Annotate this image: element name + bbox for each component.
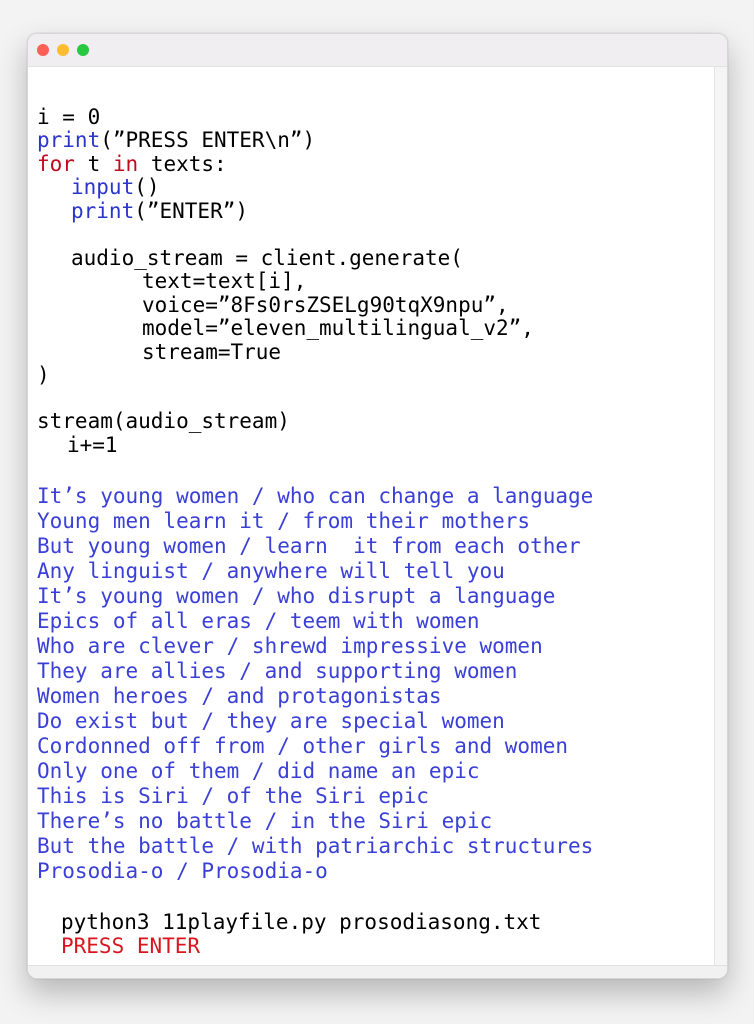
code-line: print(”ENTER”) [71,199,248,223]
lyric-line: Do exist but / they are special women [37,709,505,733]
maximize-window-button[interactable] [77,44,89,56]
lyric-line: Epics of all eras / teem with women [37,609,480,633]
lyric-line: Young men learn it / from their mothers [37,509,531,533]
close-window-button[interactable] [37,44,49,56]
lyric-line: They are allies / and supporting women [37,659,518,683]
horizontal-scrollbar[interactable] [28,965,727,978]
vertical-scrollbar[interactable] [714,67,727,966]
code-line: stream(audio_stream) [37,409,290,433]
code-keyword: for [37,152,75,176]
app-window: i = 0 print(”PRESS ENTER\n”) for t in te… [27,33,728,979]
code-line: for t in texts: [37,152,227,176]
lyric-line: Prosodia-o / Prosodia-o [37,859,328,883]
code-line: print(”PRESS ENTER\n”) [37,128,315,152]
code-line: model=”eleven_multilingual_v2”, [142,316,534,340]
code-text: (”PRESS ENTER\n”) [100,128,316,152]
terminal-prompt: PRESS ENTER [61,934,201,958]
minimize-window-button[interactable] [57,44,69,56]
lyric-line: But the battle / with patriarchic struct… [37,834,594,858]
code-function: print [71,199,135,223]
code-line: text=text[i], [142,269,307,293]
lyric-line: There’s no battle / in the Siri epic [37,809,493,833]
lyric-line: Who are clever / shrewd impressive women [37,634,543,658]
code-line: ) [37,363,50,387]
code-line: i = 0 [37,105,100,129]
editor-content[interactable]: i = 0 print(”PRESS ENTER\n”) for t in te… [28,67,715,966]
code-text: t [74,152,113,176]
code-line: input() [71,175,160,199]
code-line: voice=”8Fs0rsZSELg90tqX9npu”, [142,293,509,317]
lyric-line: Any linguist / anywhere will tell you [37,559,505,583]
code-function: input [71,175,135,199]
code-keyword: in [112,152,139,176]
lyric-line: Cordonned off from / other girls and wom… [37,734,569,758]
code-text: texts: [138,152,227,176]
code-line: i+=1 [67,433,118,457]
lyric-line: But young women / learn it from each oth… [37,534,581,558]
lyric-line: This is Siri / of the Siri epic [37,784,429,808]
code-line: audio_stream = client.generate( [71,246,463,270]
code-line: stream=True [142,340,282,364]
code-text: () [134,175,160,199]
lyric-line: It’s young women / who disrupt a languag… [37,584,556,608]
lyric-line: It’s young women / who can change a lang… [37,484,594,508]
code-text: (”ENTER”) [134,199,249,223]
code-text: i = 0 [37,105,101,129]
lyric-line: Women heroes / and protagonistas [37,684,442,708]
title-bar [28,34,727,67]
terminal-command: python3 11playfile.py prosodiasong.txt [61,910,542,934]
lyric-line: Only one of them / did name an epic [37,759,480,783]
code-function: print [37,128,101,152]
